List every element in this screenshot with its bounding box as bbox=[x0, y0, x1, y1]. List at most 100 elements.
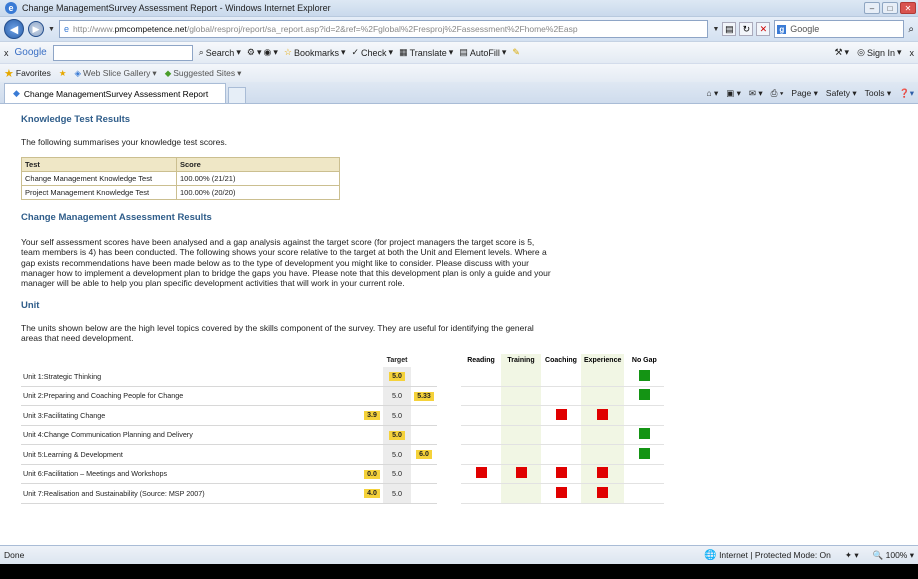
url-dropdown-icon[interactable]: ▼ bbox=[712, 26, 719, 33]
gap-cell bbox=[624, 405, 665, 426]
target-value: 5.0 bbox=[392, 391, 402, 401]
unit-name: Unit 4:Change Communication Planning and… bbox=[21, 425, 361, 446]
browser-window: e Change ManagementSurvey Assessment Rep… bbox=[0, 0, 918, 564]
assessment-line: Your self assessment scores have been an… bbox=[21, 237, 535, 248]
knowledge-intro: The following summarises your knowledge … bbox=[21, 137, 227, 147]
maximize-button[interactable]: □ bbox=[882, 2, 898, 14]
security-zone[interactable]: 🌐 Internet | Protected Mode: On bbox=[704, 550, 831, 561]
gap-marker bbox=[597, 467, 609, 479]
search-icon: ⌕ bbox=[198, 47, 204, 57]
status-right: 🌐 Internet | Protected Mode: On ✦ ▾ 🔍 10… bbox=[704, 550, 914, 561]
toolbar-close-icon[interactable]: x bbox=[4, 48, 9, 58]
zoom-control[interactable]: 🔍 100% ▾ bbox=[873, 550, 914, 561]
unit-target: 5.0 bbox=[383, 444, 411, 465]
unit-current: 6.0 bbox=[411, 444, 437, 465]
google-logo-icon: g bbox=[777, 24, 787, 34]
print-icon[interactable]: ⎙ ▾ bbox=[771, 88, 784, 99]
table-cell: Change Management Knowledge Test bbox=[21, 171, 177, 187]
search-box[interactable]: g Google bbox=[774, 20, 905, 38]
search-icon[interactable]: ⌕ bbox=[908, 24, 914, 35]
globe-icon: 🌐 bbox=[704, 549, 717, 561]
gap-row bbox=[461, 483, 665, 504]
home-icon[interactable]: ⌂ ▾ bbox=[706, 88, 718, 99]
history-dropdown-icon[interactable]: ▼ bbox=[48, 26, 55, 33]
tab-assessment-report[interactable]: ◆ Change ManagementSurvey Assessment Rep… bbox=[4, 83, 226, 103]
help-icon[interactable]: ❓▾ bbox=[899, 88, 914, 99]
popup-icon: ◉ bbox=[263, 47, 272, 57]
safety-menu[interactable]: Safety ▾ bbox=[826, 88, 857, 99]
gap-row bbox=[461, 425, 665, 446]
check-button[interactable]: ✓ Check ▾ bbox=[351, 47, 393, 58]
stop-icon[interactable]: ✕ bbox=[756, 22, 771, 36]
unit-heading: Unit bbox=[21, 300, 40, 312]
assessment-line: gap exists recommendations have been mad… bbox=[21, 257, 529, 268]
gap-cell bbox=[624, 464, 665, 485]
forward-button[interactable]: ▶ bbox=[28, 21, 44, 37]
tools-menu[interactable]: Tools ▾ bbox=[865, 88, 891, 99]
gap-cell bbox=[501, 444, 541, 465]
unit-score: 4.0 bbox=[361, 483, 383, 504]
bookmarks-button[interactable]: ☆ Bookmarks ▾ bbox=[284, 47, 346, 58]
user-icon: ◎ bbox=[857, 47, 865, 57]
autofill-button[interactable]: ▤ AutoFill ▾ bbox=[459, 47, 506, 58]
web-slice-gallery-link[interactable]: ◈ Web Slice Gallery ▾ bbox=[74, 68, 156, 79]
gap-cell bbox=[541, 405, 581, 426]
close-toolbar-icon[interactable]: x bbox=[910, 47, 915, 58]
back-button[interactable]: ◀ bbox=[4, 19, 24, 39]
settings-wrench-button[interactable]: ⚒ ▾ bbox=[834, 47, 849, 58]
assessment-line: manager how to implement a development p… bbox=[21, 267, 551, 278]
gap-cell bbox=[624, 444, 665, 465]
page-content: Knowledge Test Results The following sum… bbox=[0, 105, 918, 545]
score-badge: 0.0 bbox=[364, 469, 380, 479]
unit-score: 0.0 bbox=[361, 464, 383, 485]
translate-label: Translate bbox=[409, 47, 447, 58]
refresh-icon[interactable]: ↻ bbox=[739, 22, 754, 36]
table-cell: Project Management Knowledge Test bbox=[21, 185, 177, 201]
close-button[interactable]: ✕ bbox=[900, 2, 916, 14]
translate-button[interactable]: ▦ Translate ▾ bbox=[399, 47, 453, 58]
status-options-icon[interactable]: ✦ ▾ bbox=[845, 550, 859, 561]
unit-current bbox=[411, 366, 437, 387]
table-row: Unit 7:Realisation and Sustainability (S… bbox=[21, 483, 437, 504]
page-icon: e bbox=[63, 24, 69, 34]
sign-in-button[interactable]: ◎ Sign In ▾ bbox=[857, 47, 901, 58]
add-favorite-icon[interactable]: ★ bbox=[59, 68, 67, 79]
url-field[interactable]: e http://www. pmcompetence.net/global/res… bbox=[58, 20, 709, 38]
gap-cell bbox=[581, 366, 625, 387]
unit-name: Unit 5:Learning & Development bbox=[21, 444, 361, 465]
gap-header: Experience bbox=[581, 353, 625, 367]
bookmarks-label: Bookmarks bbox=[293, 47, 339, 58]
gap-row bbox=[461, 366, 665, 387]
unit-name: Unit 1:Strategic Thinking bbox=[21, 366, 361, 387]
search-engine-name: Google bbox=[790, 24, 820, 34]
mail-icon[interactable]: ✉ ▾ bbox=[749, 88, 763, 99]
gap-cell bbox=[461, 386, 501, 407]
suggested-sites-link[interactable]: ◆ Suggested Sites ▾ bbox=[165, 68, 242, 79]
favorites-button[interactable]: ★ Favorites bbox=[4, 67, 51, 80]
gap-cell bbox=[461, 366, 501, 387]
toolbar-tools-button[interactable]: ⚙ ▾ ◉ ▾ bbox=[247, 47, 278, 58]
google-search-button[interactable]: ⌕ Search ▾ bbox=[199, 47, 241, 58]
gap-row bbox=[461, 386, 665, 407]
gap-cell bbox=[541, 464, 581, 485]
gap-cell bbox=[461, 464, 501, 485]
assessment-description: Your self assessment scores have been an… bbox=[21, 237, 903, 288]
zoom-level: 100% bbox=[885, 549, 908, 560]
table-row: Unit 6:Facilitation – Meetings and Works… bbox=[21, 464, 437, 485]
minimize-button[interactable]: – bbox=[864, 2, 880, 14]
pen-icon[interactable]: ✎ bbox=[512, 47, 520, 58]
google-search-input[interactable] bbox=[52, 44, 193, 61]
current-badge: 5.33 bbox=[414, 391, 434, 401]
window-title: Change ManagementSurvey Assessment Repor… bbox=[22, 3, 331, 13]
unit-current bbox=[411, 483, 437, 504]
gap-cell bbox=[541, 366, 581, 387]
no-gap-marker bbox=[638, 369, 650, 381]
unit-current bbox=[411, 425, 437, 446]
compat-view-icon[interactable]: ▤ bbox=[722, 22, 737, 36]
feeds-icon[interactable]: ▣ ▾ bbox=[726, 88, 741, 99]
gap-cell bbox=[461, 425, 501, 446]
gap-cell bbox=[541, 425, 581, 446]
new-tab-button[interactable] bbox=[228, 87, 246, 103]
page-menu[interactable]: Page ▾ bbox=[791, 88, 818, 99]
gap-cell bbox=[581, 386, 625, 407]
